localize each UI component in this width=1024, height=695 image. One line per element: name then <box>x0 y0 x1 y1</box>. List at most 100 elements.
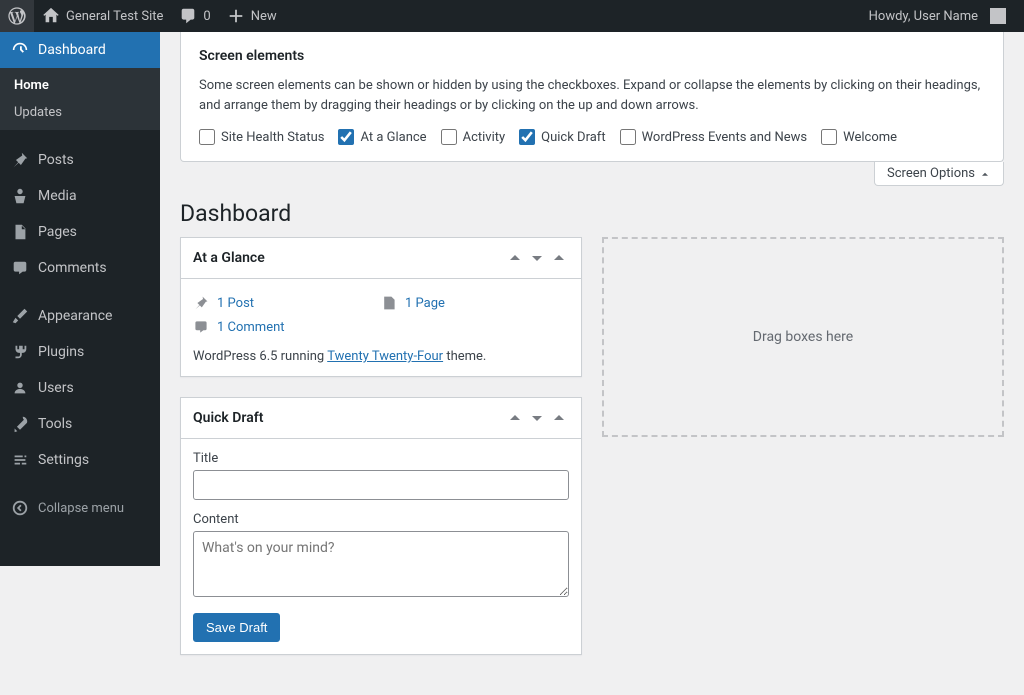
screen-options-tab-label: Screen Options <box>887 166 975 181</box>
move-down-button[interactable] <box>527 408 547 428</box>
menu-label: Comments <box>38 260 107 276</box>
checkbox-input[interactable] <box>441 129 457 145</box>
checkbox-label: Quick Draft <box>541 130 605 145</box>
submenu-home[interactable]: Home <box>0 72 160 99</box>
glance-posts-link[interactable]: 1 Post <box>193 291 381 315</box>
widget-header[interactable]: At a Glance <box>181 238 581 279</box>
settings-icon <box>10 450 30 470</box>
menu-comments[interactable]: Comments <box>0 250 160 286</box>
move-down-button[interactable] <box>527 248 547 268</box>
wp-logo[interactable] <box>0 0 34 32</box>
glance-comments-label: 1 Comment <box>217 320 285 335</box>
menu-label: Tools <box>38 416 72 432</box>
wrench-icon <box>10 414 30 434</box>
widget-header[interactable]: Quick Draft <box>181 398 581 439</box>
glance-posts-label: 1 Post <box>217 296 254 311</box>
draft-content-textarea[interactable] <box>193 531 569 597</box>
menu-appearance[interactable]: Appearance <box>0 298 160 334</box>
menu-tools[interactable]: Tools <box>0 406 160 442</box>
glance-pages-link[interactable]: 1 Page <box>381 291 569 315</box>
checkbox-input[interactable] <box>338 129 354 145</box>
menu-label: Settings <box>38 452 89 468</box>
screen-options-description: Some screen elements can be shown or hid… <box>199 76 985 115</box>
users-icon <box>10 378 30 398</box>
site-name-link[interactable]: General Test Site <box>34 0 171 32</box>
dashboard-icon <box>10 40 30 60</box>
content-label: Content <box>193 512 569 527</box>
site-name-label: General Test Site <box>66 9 163 24</box>
chevron-up-icon <box>979 168 991 180</box>
checkbox-label: At a Glance <box>360 130 426 145</box>
glance-pages-label: 1 Page <box>405 296 445 311</box>
submenu-dashboard: Home Updates <box>0 68 160 130</box>
checkbox-input[interactable] <box>821 129 837 145</box>
page-icon <box>381 295 397 311</box>
comment-icon <box>193 319 209 335</box>
theme-link[interactable]: Twenty Twenty-Four <box>327 349 443 364</box>
page-icon <box>10 222 30 242</box>
home-icon <box>42 7 60 25</box>
my-account-link[interactable]: Howdy, User Name <box>861 0 1014 32</box>
menu-label: Dashboard <box>38 42 106 58</box>
screen-options-tab[interactable]: Screen Options <box>874 162 1004 186</box>
brush-icon <box>10 306 30 326</box>
widget-title: Quick Draft <box>193 410 263 426</box>
new-label: New <box>251 9 277 24</box>
toggle-button[interactable] <box>549 408 569 428</box>
empty-widget-drop-zone[interactable]: Drag boxes here <box>602 237 1004 437</box>
checkbox-input[interactable] <box>199 129 215 145</box>
comment-icon <box>10 258 30 278</box>
comments-link[interactable]: 0 <box>171 0 218 32</box>
checkbox-input[interactable] <box>519 129 535 145</box>
menu-settings[interactable]: Settings <box>0 442 160 478</box>
checkbox-label: Site Health Status <box>221 130 324 145</box>
screen-options-heading: Screen elements <box>199 48 985 64</box>
howdy-label: Howdy, User Name <box>869 9 978 24</box>
quick-draft-widget: Quick Draft Title Content <box>180 397 582 655</box>
checkbox-label: Activity <box>463 130 506 145</box>
move-up-button[interactable] <box>505 248 525 268</box>
menu-media[interactable]: Media <box>0 178 160 214</box>
collapse-icon <box>10 498 30 518</box>
new-content-link[interactable]: New <box>219 0 285 32</box>
draft-title-input[interactable] <box>193 470 569 500</box>
glance-version: WordPress 6.5 running Twenty Twenty-Four… <box>193 339 569 364</box>
submenu-updates[interactable]: Updates <box>0 99 160 126</box>
menu-plugins[interactable]: Plugins <box>0 334 160 370</box>
menu-label: Media <box>38 188 77 204</box>
at-a-glance-widget: At a Glance 1 Post <box>180 237 582 377</box>
pin-icon <box>10 150 30 170</box>
screen-options-checkboxes: Site Health Status At a Glance Activity Qui… <box>199 129 985 145</box>
comment-icon <box>179 7 197 25</box>
collapse-label: Collapse menu <box>38 501 124 516</box>
admin-toolbar: General Test Site 0 New Howdy, User Name <box>0 0 1024 32</box>
screen-option-checkbox[interactable]: Quick Draft <box>519 129 605 145</box>
menu-label: Plugins <box>38 344 84 360</box>
screen-options-panel: Screen elements Some screen elements can… <box>180 32 1004 162</box>
glance-comments-link[interactable]: 1 Comment <box>193 315 381 339</box>
checkbox-label: WordPress Events and News <box>642 130 808 145</box>
menu-users[interactable]: Users <box>0 370 160 406</box>
screen-option-checkbox[interactable]: Welcome <box>821 129 897 145</box>
admin-menu: Dashboard Home Updates Posts Media Pages… <box>0 32 160 566</box>
title-label: Title <box>193 451 569 466</box>
screen-option-checkbox[interactable]: At a Glance <box>338 129 426 145</box>
collapse-menu[interactable]: Collapse menu <box>0 490 160 526</box>
toggle-button[interactable] <box>549 248 569 268</box>
menu-posts[interactable]: Posts <box>0 142 160 178</box>
menu-dashboard[interactable]: Dashboard <box>0 32 160 68</box>
save-draft-button[interactable]: Save Draft <box>193 613 280 642</box>
page-title: Dashboard <box>180 186 1004 237</box>
menu-label: Posts <box>38 152 74 168</box>
checkbox-label: Welcome <box>843 130 897 145</box>
comments-count: 0 <box>203 9 210 24</box>
screen-option-checkbox[interactable]: Activity <box>441 129 506 145</box>
screen-option-checkbox[interactable]: Site Health Status <box>199 129 324 145</box>
main-content: Screen elements Some screen elements can… <box>160 32 1024 695</box>
screen-option-checkbox[interactable]: WordPress Events and News <box>620 129 808 145</box>
move-up-button[interactable] <box>505 408 525 428</box>
checkbox-input[interactable] <box>620 129 636 145</box>
wordpress-icon <box>8 7 26 25</box>
avatar <box>990 8 1006 24</box>
menu-pages[interactable]: Pages <box>0 214 160 250</box>
